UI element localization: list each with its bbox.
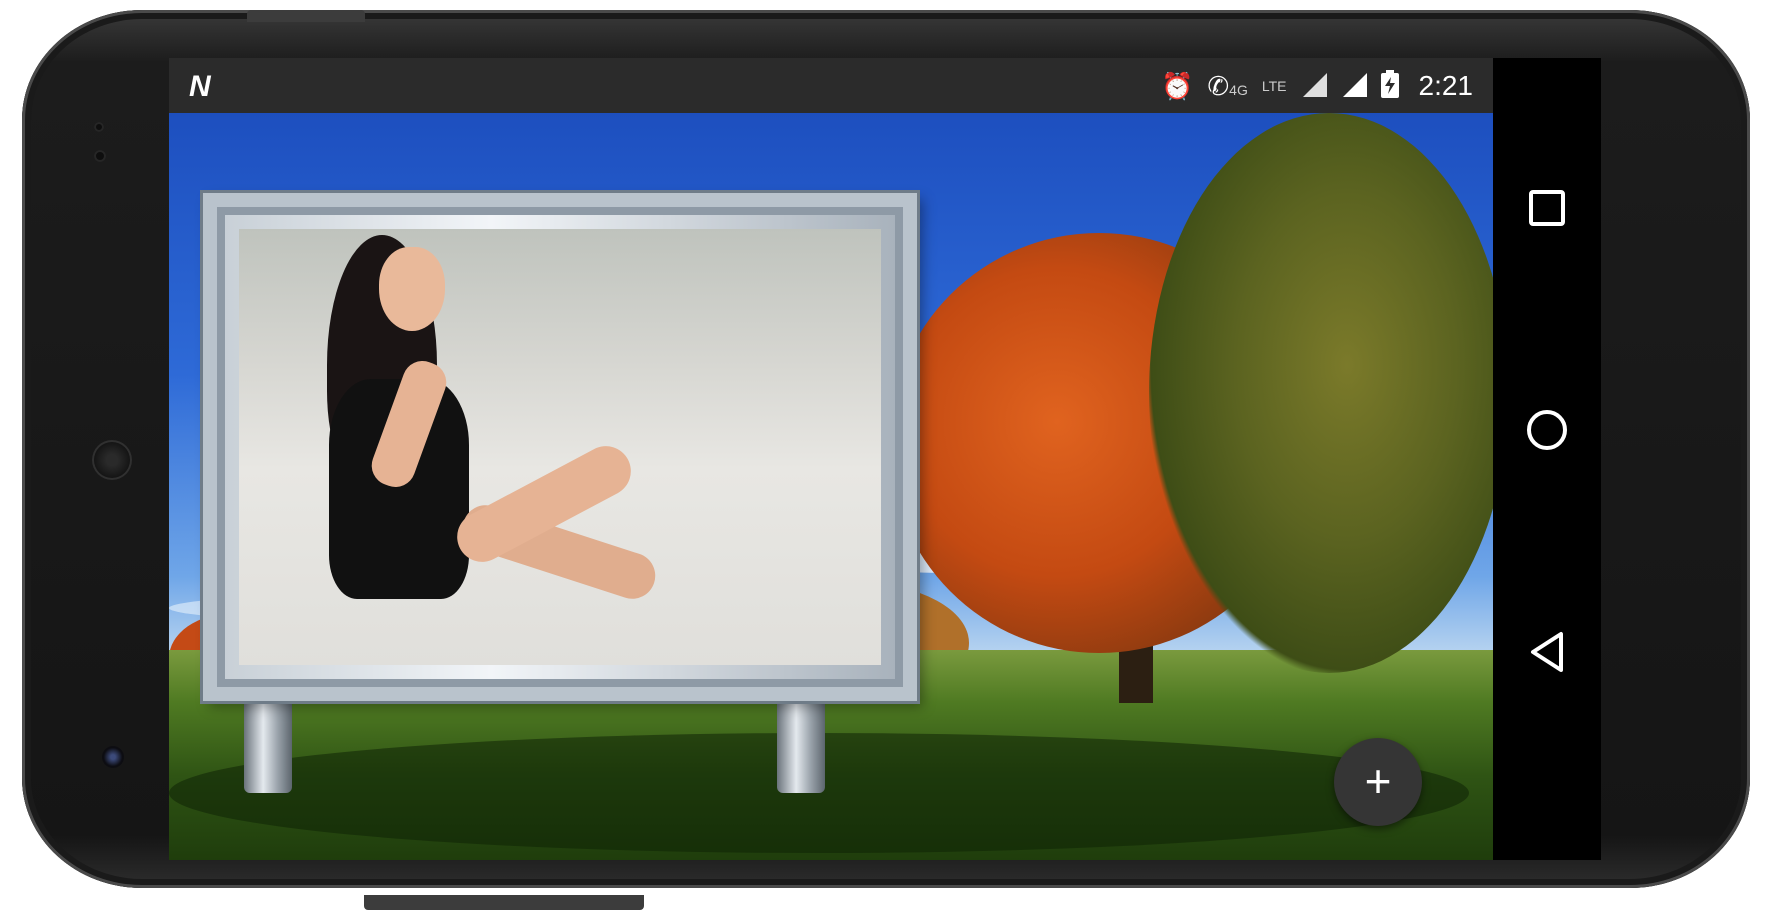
front-sensor [94, 150, 106, 162]
clock-time: 2:21 [1418, 69, 1474, 101]
wifi-call-icon: ✆4G [1207, 70, 1248, 101]
alarm-icon: ⏰ [1161, 70, 1194, 101]
home-button[interactable] [1517, 400, 1577, 460]
green-tree [1149, 113, 1509, 673]
back-icon [1531, 632, 1563, 672]
add-photo-button[interactable]: + [1334, 738, 1422, 826]
proximity-sensor [94, 122, 104, 132]
phone-device-frame: N ⏰ ✆4G LTE 2:21 + [22, 10, 1750, 910]
billboard-photo-frame[interactable] [203, 193, 917, 701]
framed-photo[interactable] [239, 229, 881, 665]
background-landscape: + [169, 113, 1509, 860]
status-bar: N ⏰ ✆4G LTE 2:21 [169, 58, 1493, 113]
earpiece-speaker [92, 440, 132, 480]
n-logo-icon: N [189, 70, 211, 103]
recents-button[interactable] [1517, 178, 1577, 238]
front-camera [102, 746, 124, 768]
volume-button [364, 895, 644, 910]
status-icons: ⏰ ✆4G LTE 2:21 [1161, 58, 1473, 113]
screen: N ⏰ ✆4G LTE 2:21 + [169, 58, 1601, 860]
network-lte-label: LTE [1261, 77, 1287, 94]
navigation-bar [1493, 58, 1601, 860]
photo-subject-face [379, 247, 445, 331]
home-icon [1527, 410, 1567, 450]
back-button[interactable] [1517, 622, 1577, 682]
power-button [247, 10, 365, 22]
signal-icon [1341, 71, 1367, 101]
network-4g-label: 4G [1229, 81, 1248, 98]
battery-charging-icon [1380, 69, 1399, 102]
recents-icon [1529, 190, 1565, 226]
signal-icon [1301, 71, 1327, 101]
